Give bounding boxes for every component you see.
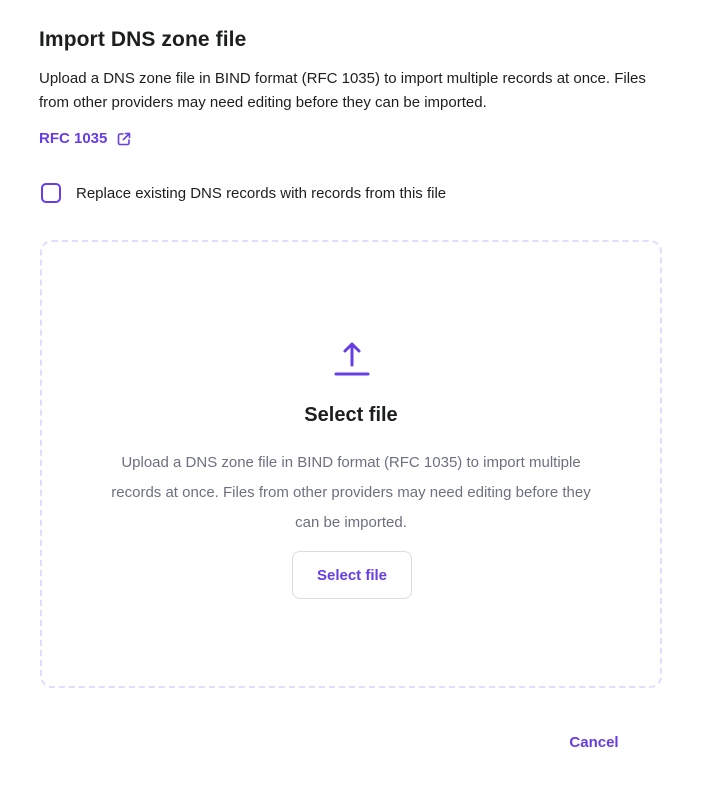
- rfc-1035-link[interactable]: RFC 1035: [39, 130, 131, 147]
- select-file-button[interactable]: Select file: [292, 551, 412, 599]
- rfc-link-label: RFC 1035: [39, 130, 108, 147]
- dropzone-title: Select file: [304, 404, 398, 426]
- dialog-title: Import DNS zone file: [39, 28, 247, 51]
- dialog-description: Upload a DNS zone file in BIND format (R…: [39, 70, 646, 111]
- upload-icon: [334, 338, 370, 378]
- external-link-icon: [117, 132, 131, 146]
- dropzone-description: Upload a DNS zone file in BIND format (R…: [111, 454, 591, 531]
- replace-records-checkbox[interactable]: [41, 183, 61, 203]
- cancel-button[interactable]: Cancel: [548, 722, 640, 762]
- import-dns-dialog: Import DNS zone file Upload a DNS zone f…: [0, 0, 708, 808]
- file-dropzone[interactable]: Select file Upload a DNS zone file in BI…: [40, 240, 662, 688]
- replace-records-option[interactable]: Replace existing DNS records with record…: [41, 183, 446, 203]
- replace-records-label: Replace existing DNS records with record…: [76, 184, 447, 202]
